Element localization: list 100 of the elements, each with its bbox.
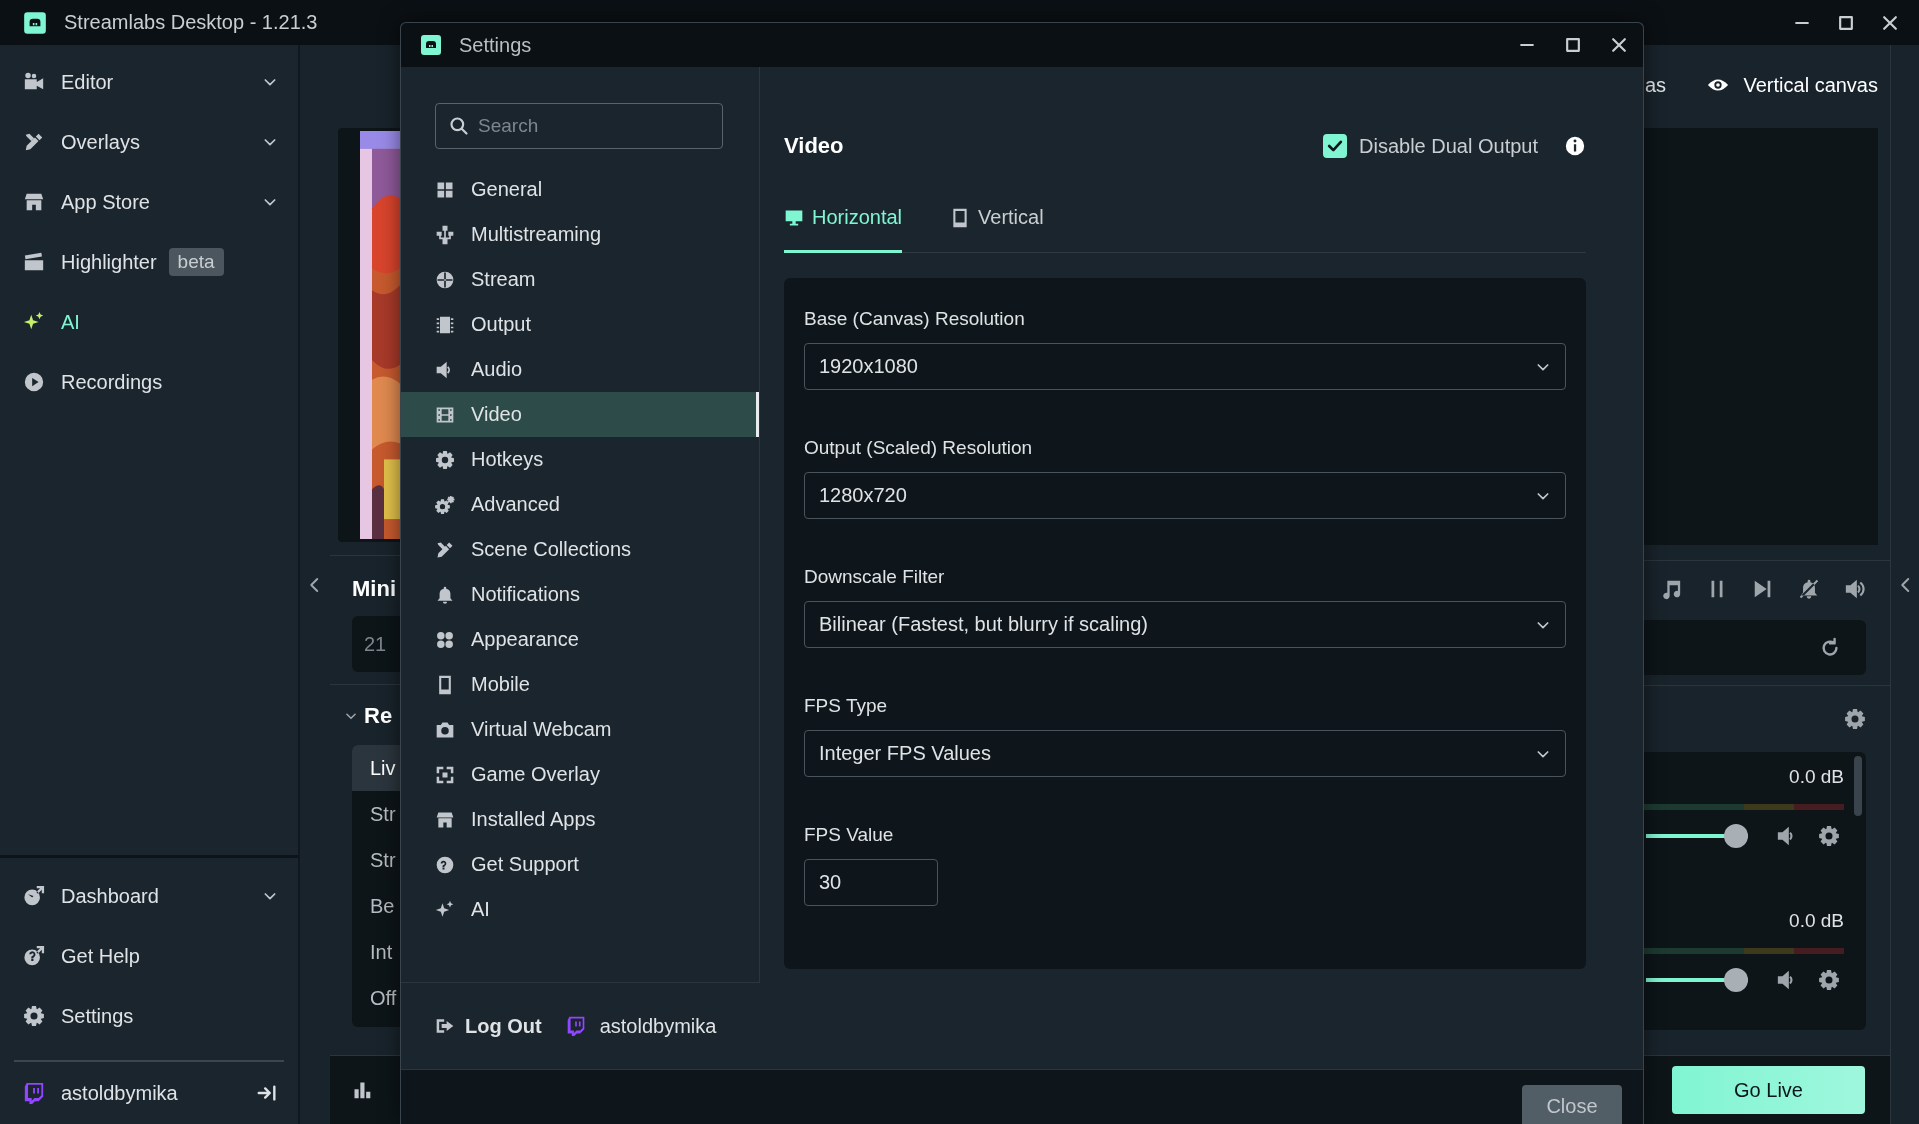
window-title: Streamlabs Desktop - 1.21.3	[64, 11, 318, 34]
dropdown[interactable]: Bilinear (Fastest, but blurry if scaling)	[804, 601, 1566, 648]
gear-icon[interactable]	[1818, 825, 1840, 847]
settings-category[interactable]: Mobile	[401, 662, 759, 707]
nav-item[interactable]: AI	[0, 292, 298, 352]
checkbox-label: Disable Dual Output	[1359, 134, 1538, 158]
canvas-toggle[interactable]: Vertical canvas	[1743, 73, 1878, 97]
logout-link[interactable]: Log Out	[435, 1014, 542, 1038]
settings-category[interactable]: Game Overlay	[401, 752, 759, 797]
info-icon[interactable]	[1564, 135, 1586, 157]
settings-category[interactable]: General	[401, 167, 759, 212]
field-label: Output (Scaled) Resolution	[804, 436, 1034, 460]
globe-icon	[435, 269, 455, 290]
gears-icon	[435, 494, 455, 515]
clapperboard-icon	[23, 251, 45, 273]
settings-category[interactable]: Video	[401, 392, 759, 437]
slider-thumb[interactable]	[1723, 824, 1748, 848]
settings-category[interactable]: Audio	[401, 347, 759, 392]
gauge-arrow-icon	[23, 885, 45, 907]
corners-icon	[435, 764, 455, 785]
nav-item[interactable]: Highlighter beta	[0, 232, 298, 292]
go-live-button[interactable]: Go Live	[1672, 1066, 1865, 1114]
gear-icon	[435, 449, 455, 470]
nav-item[interactable]: Recordings	[0, 352, 298, 412]
settings-category[interactable]: Hotkeys	[401, 437, 759, 482]
help-icon	[435, 854, 455, 875]
sparkle-icon	[435, 899, 455, 920]
settings-category[interactable]: Virtual Webcam	[401, 707, 759, 752]
brush-icon	[23, 131, 45, 153]
twitch-icon	[565, 1016, 586, 1036]
list-item[interactable]: Str	[352, 837, 400, 883]
section-title: Mini	[351, 576, 397, 602]
settings-category[interactable]: Multistreaming	[401, 212, 759, 257]
field-label: Base (Canvas) Resolution	[804, 307, 1026, 331]
volume-reading: 0.0 dB	[1789, 766, 1844, 788]
text-field[interactable]: 21	[352, 616, 400, 672]
canvas-toggle[interactable]: as	[1644, 73, 1667, 97]
page-title: Video	[784, 133, 844, 159]
number-field[interactable]: 30	[804, 859, 938, 906]
collapse-arrow-icon[interactable]	[256, 1082, 278, 1104]
nav-item[interactable]: Settings	[0, 986, 298, 1046]
network-icon	[435, 224, 455, 245]
dropdown[interactable]: 1280x720	[804, 472, 1566, 519]
field-label: FPS Value	[804, 823, 895, 847]
field-label: Downscale Filter	[804, 565, 946, 589]
scrollbar-thumb[interactable]	[1854, 756, 1862, 816]
search-icon	[449, 116, 469, 136]
chip-icon	[435, 314, 455, 335]
logout-icon	[435, 1016, 455, 1036]
list-item[interactable]: Be	[352, 883, 400, 929]
text-field[interactable]	[1644, 620, 1866, 675]
checkbox[interactable]	[1323, 134, 1347, 158]
dropdown[interactable]: Integer FPS Values	[804, 730, 1566, 777]
section-title: Re	[364, 703, 393, 729]
bell-off-icon[interactable]	[1798, 578, 1820, 600]
nav-item[interactable]: App Store	[0, 172, 298, 232]
bar-chart-icon[interactable]	[352, 1080, 372, 1100]
nav-item[interactable]: Editor	[0, 52, 298, 112]
search-field[interactable]: Search	[435, 103, 723, 149]
field-label: FPS Type	[804, 694, 889, 718]
nav-item[interactable]: Get Help	[0, 926, 298, 986]
list-item[interactable]: Str	[352, 791, 400, 837]
settings-category[interactable]: Scene Collections	[401, 527, 759, 572]
twitch-icon	[23, 1082, 45, 1104]
list-item[interactable]: Off	[352, 975, 400, 1021]
list-item[interactable]: Int	[352, 929, 400, 975]
list-item[interactable]: Liv	[352, 745, 400, 791]
music-note-icon[interactable]	[1660, 578, 1682, 600]
nav-item[interactable]: Dashboard	[0, 866, 298, 926]
close-button[interactable]: Close	[1522, 1085, 1622, 1124]
gear-icon[interactable]	[1818, 969, 1840, 991]
settings-category[interactable]: AI	[401, 887, 759, 932]
help-arrow-icon	[23, 945, 45, 967]
app-logo	[22, 9, 48, 36]
gear-icon	[23, 1005, 45, 1027]
settings-category[interactable]: Advanced	[401, 482, 759, 527]
tab[interactable]: Vertical	[950, 191, 1044, 253]
gear-icon[interactable]	[1844, 708, 1866, 730]
beta-badge: beta	[168, 248, 224, 276]
maximize-icon[interactable]	[1563, 35, 1583, 55]
close-icon[interactable]	[1609, 35, 1629, 55]
settings-category[interactable]: Get Support	[401, 842, 759, 887]
tab[interactable]: Horizontal	[784, 191, 903, 253]
circles-icon	[435, 629, 455, 650]
settings-category[interactable]: Stream	[401, 257, 759, 302]
account-name: astoldbymika	[599, 1014, 717, 1038]
settings-category[interactable]: Appearance	[401, 617, 759, 662]
app-logo	[419, 33, 443, 57]
bell-icon	[435, 584, 455, 605]
volume-reading: 0.0 dB	[1789, 910, 1844, 932]
store-icon	[23, 191, 45, 213]
settings-category[interactable]: Notifications	[401, 572, 759, 617]
dropdown[interactable]: 1920x1080	[804, 343, 1566, 390]
settings-category[interactable]: Output	[401, 302, 759, 347]
settings-category[interactable]: Installed Apps	[401, 797, 759, 842]
account-name[interactable]: astoldbymika	[61, 1081, 178, 1105]
slider-thumb[interactable]	[1723, 968, 1748, 992]
play-icon	[23, 371, 45, 393]
volume-icon[interactable]	[1844, 578, 1866, 600]
nav-item[interactable]: Overlays	[0, 112, 298, 172]
